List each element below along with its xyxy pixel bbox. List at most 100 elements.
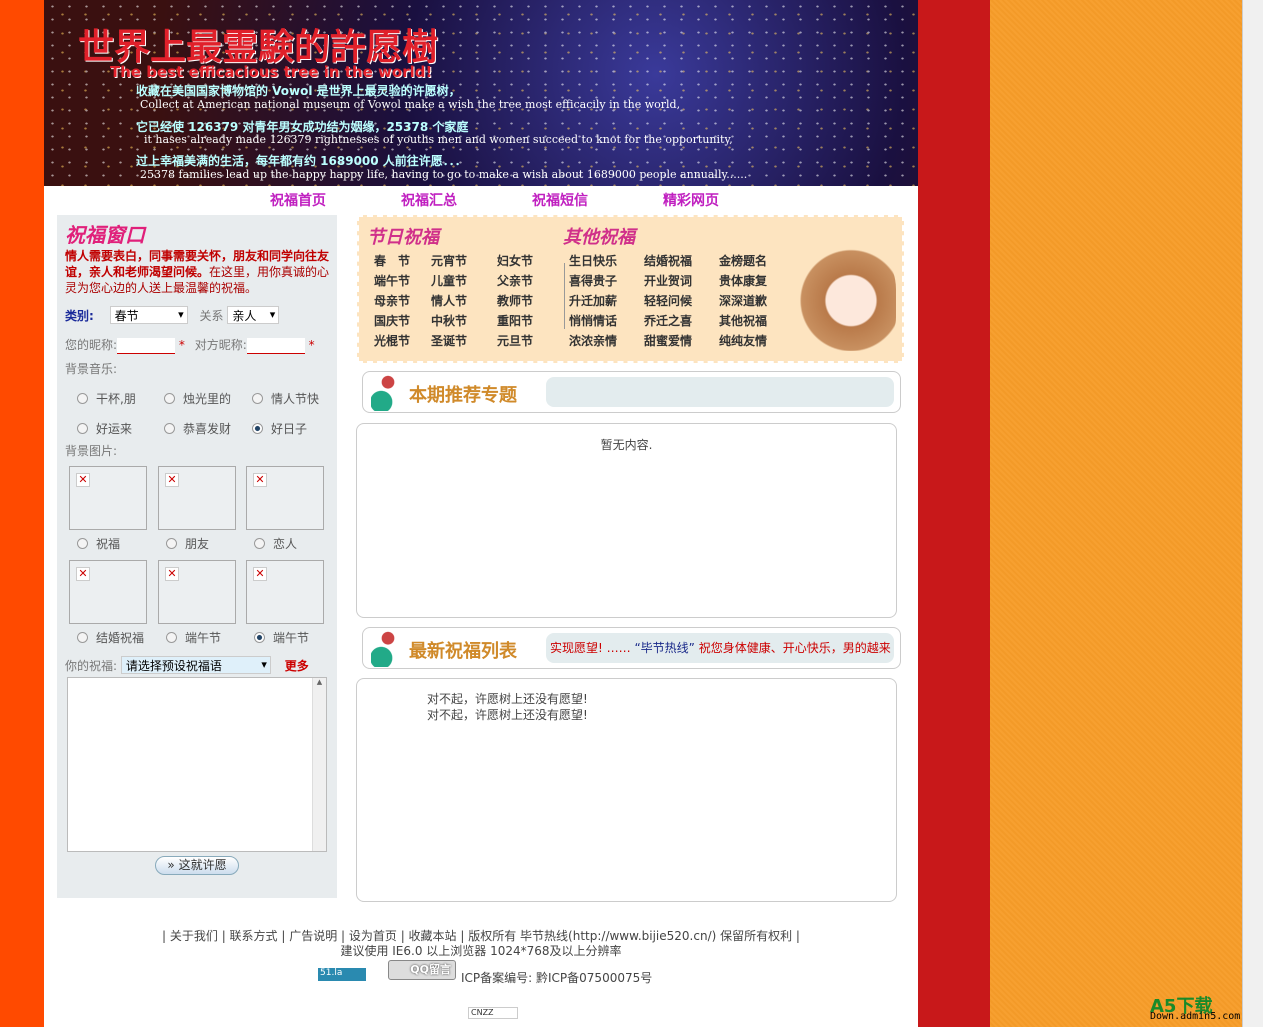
other-link[interactable]: 悄悄情话 (569, 312, 617, 329)
image-radio[interactable]: 恋人 (254, 535, 297, 552)
music-radio[interactable]: 干杯,朋 (77, 390, 136, 407)
music-radio[interactable]: 好运来 (77, 420, 132, 437)
nickname-row: 您的昵称: * 对方昵称: * (65, 336, 315, 354)
festival-link[interactable]: 端午节 (374, 272, 410, 289)
relation-select[interactable]: 亲人 (227, 306, 280, 324)
background-thumbnail[interactable]: ✕ (69, 560, 147, 624)
icp-number: ICP备案编号: 黔ICP备07500075号 (461, 971, 653, 985)
nav-summary[interactable]: 祝福汇总 (401, 190, 457, 210)
wish-form-panel: 祝福窗口 情人需要表白，同事需要关怀，朋友和同学向往友谊，亲人和老师渴望问候。在… (57, 215, 337, 898)
music-radio[interactable]: 情人节快 (252, 390, 319, 407)
festival-link[interactable]: 教师节 (497, 292, 533, 309)
wish-message: 对不起，许愿树上还没有愿望! (427, 692, 588, 706)
51la-badge[interactable]: 51.la (318, 968, 366, 981)
wish-textarea[interactable]: ▲ (67, 677, 327, 852)
other-link[interactable]: 生日快乐 (569, 252, 617, 269)
right-orange-background (990, 0, 1242, 1027)
image-label: 朋友 (185, 537, 210, 551)
music-label: 恭喜发财 (183, 422, 232, 436)
other-link[interactable]: 结婚祝福 (644, 252, 692, 269)
music-label: 好日子 (271, 422, 308, 436)
background-thumbnail[interactable]: ✕ (158, 466, 236, 530)
other-link[interactable]: 其他祝福 (719, 312, 767, 329)
wish-ticker[interactable]: 实现愿望! …… “毕节热线” 祝您身体健康、开心快乐，男的越来 (546, 633, 894, 663)
festival-title: 节日祝福 (367, 227, 439, 248)
category-select[interactable]: 春节 (109, 306, 188, 324)
image-radio[interactable]: 结婚祝福 (77, 629, 144, 646)
main-nav: 祝福首页 祝福汇总 祝福短信 精彩网页 (44, 190, 918, 212)
background-thumbnail[interactable]: ✕ (246, 560, 324, 624)
festival-link[interactable]: 重阳节 (497, 312, 533, 329)
image-radio[interactable]: 祝福 (77, 535, 120, 552)
other-link[interactable]: 轻轻问候 (644, 292, 692, 309)
festival-link[interactable]: 国庆节 (374, 312, 410, 329)
panel-title: 祝福窗口 (65, 223, 145, 247)
background-thumbnail[interactable]: ✕ (69, 466, 147, 530)
nickname-input[interactable] (117, 337, 176, 354)
nav-home[interactable]: 祝福首页 (270, 190, 326, 210)
other-link[interactable]: 纯纯友情 (719, 332, 767, 349)
background-thumbnail[interactable]: ✕ (246, 466, 324, 530)
banner-line: it hases already made 126379 rightnesses… (144, 133, 733, 146)
required-mark: * (178, 338, 185, 352)
background-thumbnail[interactable]: ✕ (158, 560, 236, 624)
image-label: 端午节 (273, 631, 310, 645)
relation-label: 关系 (199, 309, 224, 323)
broken-image-icon: ✕ (253, 473, 267, 487)
submit-wish-button[interactable]: » 这就许愿 (155, 856, 239, 875)
other-link[interactable]: 贵体康复 (719, 272, 767, 289)
festival-link[interactable]: 春 节 (374, 252, 410, 269)
wish-select[interactable]: 请选择预设祝福语 (120, 656, 271, 674)
nav-sms[interactable]: 祝福短信 (532, 190, 588, 210)
more-link[interactable]: 更多 (285, 659, 309, 673)
page: 世界上最霊験的許愿樹 The best efficacious tree in … (44, 0, 918, 1027)
other-link[interactable]: 浓浓亲情 (569, 332, 617, 349)
scrollbar[interactable] (1242, 0, 1263, 1027)
other-nickname-input[interactable] (246, 337, 305, 354)
other-link[interactable]: 喜得贵子 (569, 272, 617, 289)
ticker-a: 实现愿望! …… (550, 641, 631, 655)
festival-link[interactable]: 圣诞节 (431, 332, 467, 349)
empty-text: 暂无内容. (600, 438, 653, 452)
other-link[interactable]: 金榜题名 (719, 252, 767, 269)
festival-link[interactable]: 元宵节 (431, 252, 467, 269)
watermark-url: Down.admin5.com (1150, 1011, 1241, 1022)
browser-note: 建议使用 IE6.0 以上浏览器 1024*768及以上分辨率 (340, 944, 622, 958)
nav-pages[interactable]: 精彩网页 (663, 190, 719, 210)
festival-link[interactable]: 光棍节 (374, 332, 410, 349)
banner-line: Collect at American national museum of V… (140, 98, 681, 111)
music-radio[interactable]: 好日子 (252, 420, 307, 437)
festival-link[interactable]: 元旦节 (497, 332, 533, 349)
nickname-label: 您的昵称: (65, 338, 118, 352)
textarea-scrollbar[interactable]: ▲ (312, 678, 326, 851)
other-link[interactable]: 升迁加薪 (569, 292, 617, 309)
image-label: 恋人 (273, 537, 298, 551)
image-label: 结婚祝福 (96, 631, 145, 645)
image-label: 端午节 (185, 631, 222, 645)
music-label: 烛光里的 (183, 392, 232, 406)
festival-link[interactable]: 父亲节 (497, 272, 533, 289)
festival-link[interactable]: 中秋节 (431, 312, 467, 329)
other-nickname-label: 对方昵称: (194, 338, 247, 352)
festival-link[interactable]: 母亲节 (374, 292, 410, 309)
music-label: 干杯,朋 (96, 392, 136, 406)
other-link[interactable]: 甜蜜爱情 (644, 332, 692, 349)
image-label: 背景图片: (65, 444, 118, 458)
other-link[interactable]: 深深道歉 (719, 292, 767, 309)
other-link[interactable]: 开业贺词 (644, 272, 692, 289)
qq-message-badge[interactable]: QQ留言 (388, 960, 456, 980)
intro-text: 情人需要表白，同事需要关怀，朋友和同学向往友谊，亲人和老师渴望问候。在这里，用你… (65, 248, 333, 296)
music-radio[interactable]: 恭喜发财 (164, 420, 231, 437)
image-radio[interactable]: 端午节 (166, 629, 221, 646)
divider (564, 263, 565, 329)
other-link[interactable]: 乔迁之喜 (644, 312, 692, 329)
cnzz-badge[interactable]: CNZZ (468, 1007, 518, 1019)
image-radio[interactable]: 朋友 (166, 535, 209, 552)
image-radio[interactable]: 端午节 (254, 629, 309, 646)
festival-link[interactable]: 妇女节 (497, 252, 533, 269)
music-label: 背景音乐: (65, 362, 118, 376)
festival-link[interactable]: 儿童节 (431, 272, 467, 289)
required-mark: * (308, 338, 315, 352)
festival-link[interactable]: 情人节 (431, 292, 467, 309)
music-radio[interactable]: 烛光里的 (164, 390, 231, 407)
